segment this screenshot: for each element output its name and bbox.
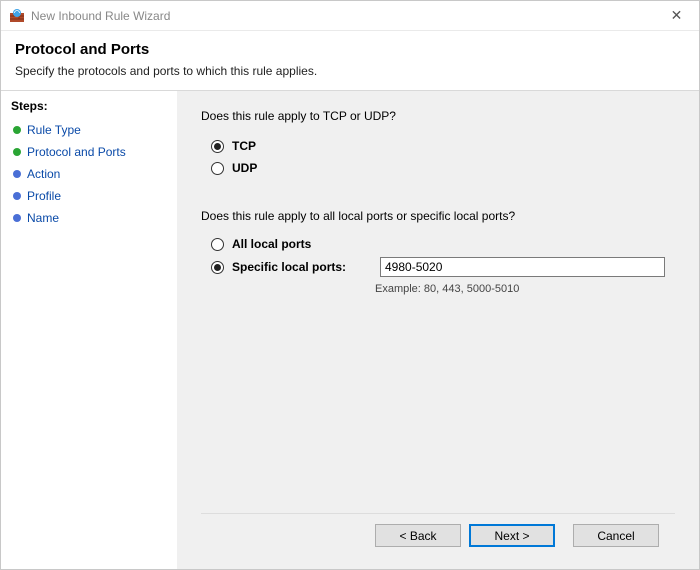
radio-all-local-ports[interactable]: All local ports xyxy=(211,237,675,251)
step-link[interactable]: Profile xyxy=(27,189,61,203)
wizard-body: Steps: Rule Type Protocol and Ports Acti… xyxy=(1,91,699,569)
specific-ports-input[interactable] xyxy=(380,257,665,277)
ports-example-text: Example: 80, 443, 5000-5010 xyxy=(375,283,675,295)
protocol-prompt: Does this rule apply to TCP or UDP? xyxy=(201,109,675,123)
close-icon: ✕ xyxy=(671,7,683,24)
next-button[interactable]: Next > xyxy=(469,524,555,547)
wizard-content: Does this rule apply to TCP or UDP? TCP … xyxy=(177,91,699,569)
back-button[interactable]: < Back xyxy=(375,524,461,547)
wizard-header: Protocol and Ports Specify the protocols… xyxy=(1,31,699,84)
step-bullet-icon xyxy=(13,214,21,222)
step-bullet-icon xyxy=(13,126,21,134)
radio-udp[interactable]: UDP xyxy=(211,161,675,175)
window-title: New Inbound Rule Wizard xyxy=(31,9,654,23)
radio-icon xyxy=(211,238,224,251)
firewall-icon xyxy=(9,8,25,24)
step-link[interactable]: Protocol and Ports xyxy=(27,145,126,159)
steps-sidebar: Steps: Rule Type Protocol and Ports Acti… xyxy=(1,91,177,569)
cancel-button[interactable]: Cancel xyxy=(573,524,659,547)
step-link[interactable]: Name xyxy=(27,211,59,225)
step-link[interactable]: Rule Type xyxy=(27,123,81,137)
step-profile[interactable]: Profile xyxy=(11,185,167,207)
step-rule-type[interactable]: Rule Type xyxy=(11,119,167,141)
page-title: Protocol and Ports xyxy=(15,41,685,58)
step-protocol-and-ports[interactable]: Protocol and Ports xyxy=(11,141,167,163)
step-bullet-icon xyxy=(13,192,21,200)
radio-label-all-ports: All local ports xyxy=(232,237,372,251)
content-spacer xyxy=(201,295,675,513)
titlebar: New Inbound Rule Wizard ✕ xyxy=(1,1,699,31)
radio-label-tcp: TCP xyxy=(232,139,256,153)
step-link[interactable]: Action xyxy=(27,167,60,181)
step-name[interactable]: Name xyxy=(11,207,167,229)
radio-specific-local-ports[interactable]: Specific local ports: xyxy=(211,257,675,277)
step-bullet-icon xyxy=(13,148,21,156)
ports-section: Does this rule apply to all local ports … xyxy=(201,209,675,295)
radio-tcp[interactable]: TCP xyxy=(211,139,675,153)
wizard-window: New Inbound Rule Wizard ✕ Protocol and P… xyxy=(0,0,700,570)
steps-heading: Steps: xyxy=(11,99,167,113)
close-button[interactable]: ✕ xyxy=(654,1,699,31)
radio-icon xyxy=(211,140,224,153)
radio-icon xyxy=(211,261,224,274)
radio-label-specific-ports: Specific local ports: xyxy=(232,260,372,274)
page-subtitle: Specify the protocols and ports to which… xyxy=(15,64,685,78)
step-bullet-icon xyxy=(13,170,21,178)
radio-icon xyxy=(211,162,224,175)
ports-prompt: Does this rule apply to all local ports … xyxy=(201,209,675,223)
radio-label-udp: UDP xyxy=(232,161,257,175)
step-action[interactable]: Action xyxy=(11,163,167,185)
wizard-footer: < Back Next > Cancel xyxy=(201,513,675,557)
